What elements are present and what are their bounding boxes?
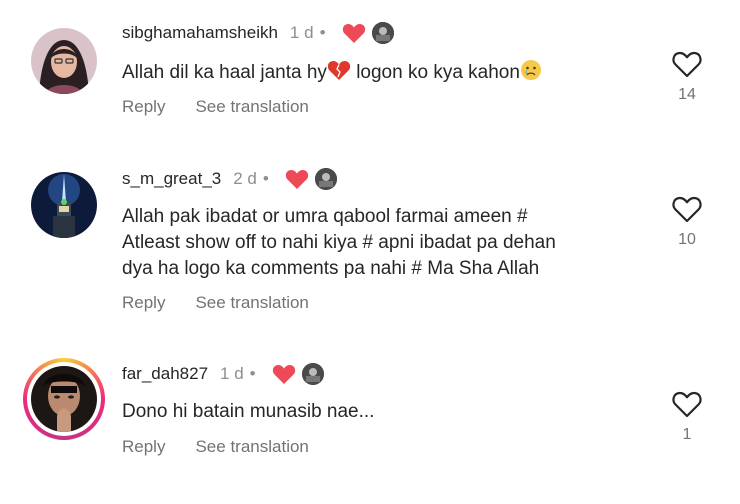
see-translation-button[interactable]: See translation bbox=[195, 97, 308, 117]
comment-text: Allah pak ibadat or umra qabool farmai a… bbox=[122, 204, 642, 282]
red-heart-icon bbox=[272, 363, 296, 385]
avatar[interactable] bbox=[31, 28, 97, 94]
heart-outline-icon[interactable] bbox=[669, 390, 705, 418]
like-count: 14 bbox=[678, 86, 696, 103]
comment-meta: sibghamahamsheikh 1 d • bbox=[122, 22, 394, 44]
creator-avatar bbox=[301, 363, 324, 385]
like-control: 10 bbox=[669, 195, 705, 249]
reply-button[interactable]: Reply bbox=[122, 437, 165, 457]
red-heart-icon bbox=[342, 22, 366, 44]
timestamp: 2 d bbox=[233, 169, 257, 188]
avatar[interactable] bbox=[31, 172, 97, 238]
crying-face-emoji bbox=[520, 59, 542, 89]
comment-actions: Reply See translation bbox=[122, 437, 309, 457]
comment-text-part: Allah dil ka haal janta hy bbox=[122, 62, 327, 83]
timestamp: 1 d bbox=[220, 364, 244, 383]
reply-button[interactable]: Reply bbox=[122, 97, 165, 117]
comment-meta: far_dah827 1 d • bbox=[122, 363, 324, 385]
creator-avatar bbox=[371, 22, 394, 44]
heart-outline-icon[interactable] bbox=[669, 50, 705, 78]
red-heart-icon bbox=[285, 168, 309, 190]
separator-dot: • bbox=[249, 364, 256, 383]
reply-button[interactable]: Reply bbox=[122, 293, 165, 313]
comment-text-line: dya ha logo ka comments pa nahi # Ma Sha… bbox=[122, 258, 540, 279]
separator-dot: • bbox=[262, 169, 269, 188]
comment-text-part: logon ko kya kahon bbox=[350, 62, 520, 83]
comment-actions: Reply See translation bbox=[122, 97, 309, 117]
comment-text: Dono hi batain munasib nae... bbox=[122, 401, 375, 422]
heart-outline-icon[interactable] bbox=[669, 195, 705, 223]
username[interactable]: sibghamahamsheikh bbox=[122, 23, 278, 43]
like-control: 14 bbox=[669, 50, 705, 104]
broken-heart-emoji bbox=[327, 59, 351, 89]
story-ring[interactable] bbox=[23, 358, 105, 440]
like-control: 1 bbox=[669, 390, 705, 444]
like-count: 1 bbox=[682, 426, 692, 443]
comment-text: Allah dil ka haal janta hy logon ko kya … bbox=[122, 59, 622, 89]
comment-text-line: Allah pak ibadat or umra qabool farmai a… bbox=[122, 206, 528, 227]
see-translation-button[interactable]: See translation bbox=[195, 437, 308, 457]
username[interactable]: far_dah827 bbox=[122, 364, 208, 384]
separator-dot: • bbox=[319, 23, 326, 42]
see-translation-button[interactable]: See translation bbox=[195, 293, 308, 313]
timestamp: 1 d bbox=[289, 23, 314, 42]
comment-text-line: Atleast show off to nahi kiya # apni iba… bbox=[122, 232, 556, 253]
avatar[interactable] bbox=[31, 366, 97, 432]
creator-avatar bbox=[314, 168, 337, 190]
comment-meta: s_m_great_3 2 d • bbox=[122, 168, 337, 190]
username[interactable]: s_m_great_3 bbox=[122, 169, 221, 189]
comment-actions: Reply See translation bbox=[122, 293, 309, 313]
like-count: 10 bbox=[678, 231, 696, 248]
